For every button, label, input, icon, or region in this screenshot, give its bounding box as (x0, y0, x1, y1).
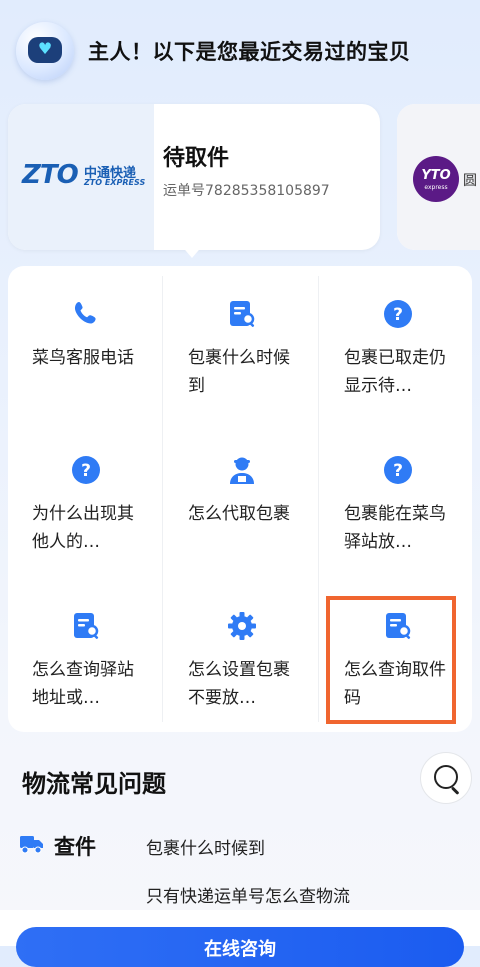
zto-logo: ZTO 中通快递 ZTO EXPRESS (22, 160, 146, 190)
courier-icon (230, 457, 254, 484)
truck-icon (20, 836, 43, 854)
question-icon: ? (384, 456, 412, 484)
package-card-2[interactable]: YTO express 圆 (397, 104, 480, 250)
highlight-box (326, 596, 456, 724)
yto-logo: YTO express (413, 156, 459, 202)
card-pointer (180, 244, 204, 258)
waybill-number: 运单号78285358105897 (163, 183, 330, 199)
phone-icon (74, 302, 96, 324)
assistant-avatar[interactable]: ♥ (16, 22, 74, 80)
svg-text:?: ? (393, 305, 403, 325)
menu-item-others-packages[interactable]: ? 为什么出现其他人的… (8, 422, 163, 578)
carrier-name-partial: 圆 (463, 173, 477, 189)
greeting-text: 主人！以下是您最近交易过的宝贝 (88, 40, 411, 64)
carrier-logo-pane: YTO express 圆 (397, 104, 480, 250)
question-icon: ? (72, 456, 100, 484)
faq-category: 查件 (54, 835, 96, 859)
faq-question[interactable]: 只有快递运单号怎么查物流 (146, 882, 350, 907)
faq-question[interactable]: 包裹什么时候到 (146, 834, 265, 859)
document-search-icon (74, 613, 99, 639)
menu-item-station-storage[interactable]: ? 包裹能在菜鸟驿站放… (320, 422, 475, 578)
header: ♥ 主人！以下是您最近交易过的宝贝 (0, 0, 480, 100)
svg-text:?: ? (81, 461, 91, 481)
faq-title: 物流常见问题 (22, 770, 166, 798)
online-consult-button[interactable]: 在线咨询 (16, 927, 464, 967)
package-status: 待取件 (163, 146, 230, 171)
gear-icon (228, 612, 256, 640)
menu-item-station-address[interactable]: 怎么查询驿站地址或… (8, 578, 163, 734)
search-button[interactable] (420, 752, 472, 804)
heart-icon: ♥ (37, 39, 53, 58)
document-search-icon (230, 301, 255, 327)
svg-text:?: ? (393, 461, 403, 481)
menu-item-customer-service[interactable]: 菜鸟客服电话 (8, 266, 163, 422)
menu-item-when-arrive[interactable]: 包裹什么时候到 (164, 266, 319, 422)
menu-item-do-not-place[interactable]: 怎么设置包裹不要放… (164, 578, 319, 734)
menu-item-proxy-pickup[interactable]: 怎么代取包裹 (164, 422, 319, 578)
search-icon (434, 765, 458, 789)
menu-item-picked-still-pending[interactable]: ? 包裹已取走仍显示待… (320, 266, 475, 422)
question-icon: ? (384, 300, 412, 328)
package-card[interactable]: ZTO 中通快递 ZTO EXPRESS 待取件 运单号782853581058… (8, 104, 380, 250)
carrier-logo-pane: ZTO 中通快递 ZTO EXPRESS (8, 104, 154, 250)
